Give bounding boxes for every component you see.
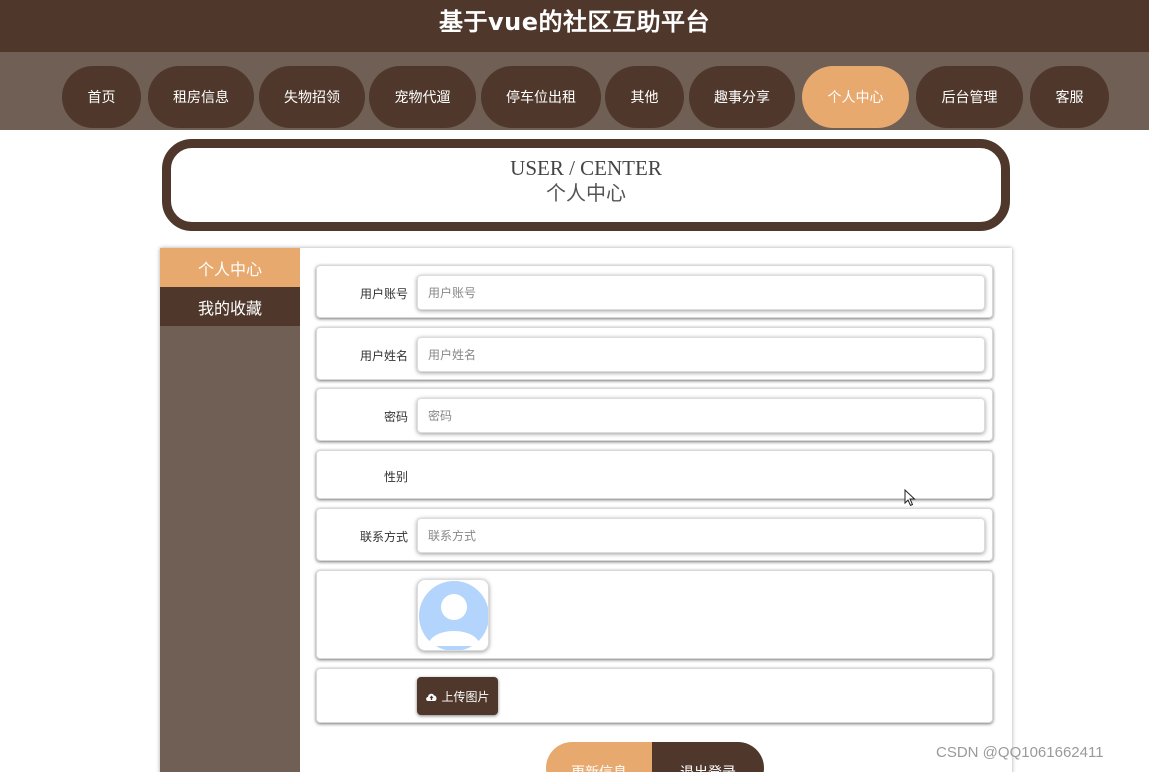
form-row-upload: 上传图片 — [316, 668, 993, 723]
mouse-pointer-icon — [904, 489, 916, 507]
gender-label: 性别 — [383, 470, 408, 484]
form-row-gender: 性别 — [316, 450, 993, 499]
password-label: 密码 — [383, 410, 408, 424]
nav-item-admin[interactable]: 后台管理 — [916, 66, 1023, 128]
nav-item-support[interactable]: 客服 — [1030, 66, 1109, 128]
upload-button-label: 上传图片 — [441, 689, 490, 704]
content-panel: 个人中心 我的收藏 用户账号 用户姓名 密码 性别 联系方式 — [160, 248, 1012, 772]
title-bar: 基于vue的社区互助平台 — [0, 0, 1149, 52]
form-row-avatar — [316, 570, 993, 659]
form-row-contact: 联系方式 — [316, 508, 993, 561]
form-row-account: 用户账号 — [316, 265, 993, 318]
sidebar-item-favorites[interactable]: 我的收藏 — [160, 287, 300, 326]
form-row-password: 密码 — [316, 388, 993, 441]
nav-item-fun-share[interactable]: 趣事分享 — [689, 66, 795, 128]
account-input[interactable] — [417, 275, 985, 310]
nav-item-parking[interactable]: 停车位出租 — [481, 66, 601, 128]
nav-item-home[interactable]: 首页 — [62, 66, 141, 128]
watermark: CSDN @QQ1061662411 — [936, 744, 1104, 761]
update-info-button[interactable]: 更新信息 — [546, 742, 652, 772]
gender-select[interactable] — [417, 458, 985, 493]
page-header: USER / CENTER 个人中心 — [162, 139, 1010, 231]
sidebar-item-user-center[interactable]: 个人中心 — [160, 248, 300, 287]
nav-item-lost-found[interactable]: 失物招领 — [259, 66, 365, 128]
nav-item-rental[interactable]: 租房信息 — [148, 66, 254, 128]
contact-input[interactable] — [417, 518, 985, 553]
avatar-preview[interactable] — [417, 579, 489, 651]
sidebar: 个人中心 我的收藏 — [160, 248, 300, 772]
logout-button[interactable]: 退出登录 — [652, 742, 764, 772]
page-title-cn: 个人中心 — [546, 181, 626, 205]
page: 基于vue的社区互助平台 首页 租房信息 失物招领 宠物代遛 停车位出租 其他 … — [0, 0, 1149, 772]
name-input[interactable] — [417, 337, 985, 372]
password-input[interactable] — [417, 398, 985, 433]
user-avatar-icon — [419, 581, 488, 650]
account-label: 用户账号 — [359, 287, 408, 301]
nav-item-other[interactable]: 其他 — [605, 66, 684, 128]
cloud-upload-icon — [426, 693, 437, 701]
site-title: 基于vue的社区互助平台 — [438, 8, 710, 36]
upload-image-button[interactable]: 上传图片 — [417, 677, 498, 715]
name-label: 用户姓名 — [359, 349, 408, 363]
nav-item-user-center[interactable]: 个人中心 — [802, 66, 909, 128]
contact-label: 联系方式 — [359, 530, 408, 544]
page-title-en: USER / CENTER — [510, 156, 662, 180]
form-row-name: 用户姓名 — [316, 327, 993, 380]
main-nav: 首页 租房信息 失物招领 宠物代遛 停车位出租 其他 趣事分享 个人中心 后台管… — [0, 52, 1149, 130]
nav-item-pet-walking[interactable]: 宠物代遛 — [369, 66, 476, 128]
